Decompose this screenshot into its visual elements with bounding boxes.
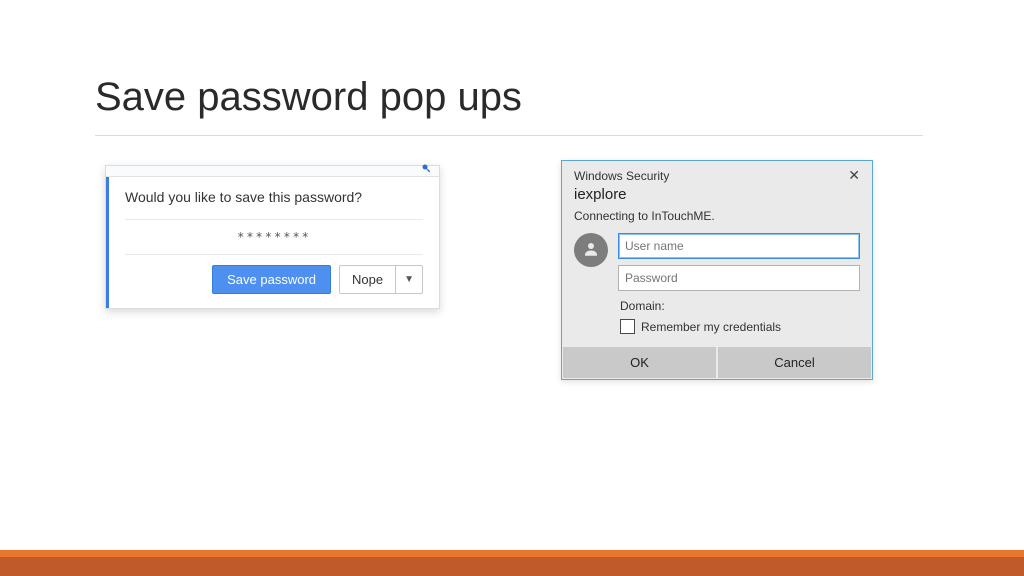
cancel-button[interactable]: Cancel [718,347,871,378]
remember-label: Remember my credentials [641,320,781,334]
dialog-heading: iexplore [562,186,872,207]
popup-header-bar [106,166,439,177]
page-title: Save password pop ups [95,75,522,120]
dialog-title: Windows Security [574,169,669,183]
credentials-area [562,233,872,291]
popup-actions: Save password Nope ▼ [125,254,423,296]
username-input[interactable] [618,233,860,259]
password-input[interactable] [618,265,860,291]
slide: Save password pop ups Would you like to … [0,0,1024,576]
close-icon: ✕ [848,167,860,183]
ok-button[interactable]: OK [563,347,716,378]
user-avatar [574,233,608,267]
masked-password: ******** [125,219,423,254]
nope-button-group: Nope ▼ [339,265,423,294]
remember-checkbox[interactable] [620,319,635,334]
dialog-subtext: Connecting to InTouchME. [562,207,872,233]
chevron-down-icon: ▼ [404,274,414,285]
nope-button[interactable]: Nope [339,265,396,294]
chrome-save-password-popup: Would you like to save this password? **… [105,165,440,309]
nope-dropdown-button[interactable]: ▼ [396,265,423,294]
save-password-question: Would you like to save this password? [125,189,423,205]
dialog-titlebar: Windows Security ✕ [562,161,872,186]
credential-fields [618,233,860,291]
save-password-button[interactable]: Save password [212,265,331,294]
domain-label: Domain: [562,291,872,317]
person-icon [582,240,600,261]
key-icon [421,163,433,178]
remember-credentials-row[interactable]: Remember my credentials [562,317,872,346]
windows-security-dialog: Windows Security ✕ iexplore Connecting t… [561,160,873,380]
popup-body: Would you like to save this password? **… [106,177,439,308]
dialog-button-row: OK Cancel [562,346,872,379]
title-underline [95,135,923,136]
close-button[interactable]: ✕ [844,167,864,184]
slide-footer-accent [0,550,1024,576]
